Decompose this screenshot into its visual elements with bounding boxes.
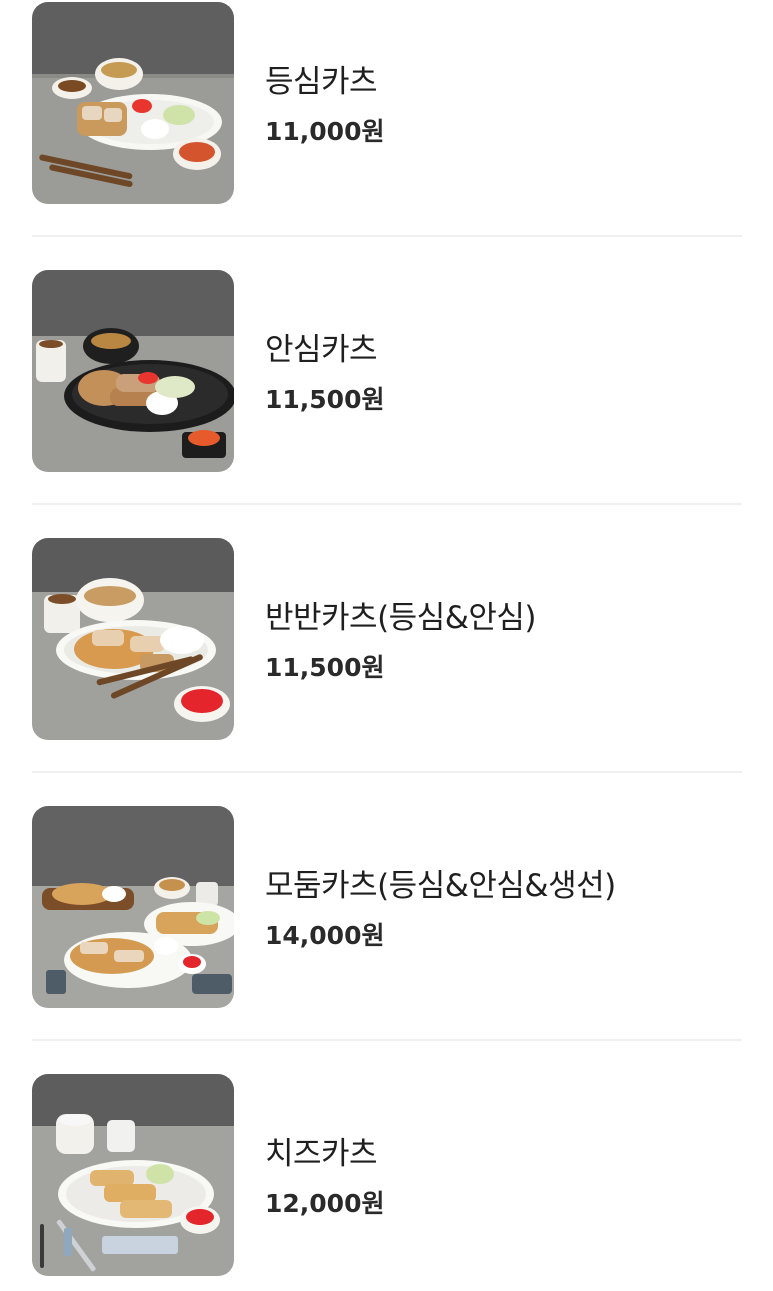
menu-item-price: 12,000원 — [265, 1189, 385, 1218]
menu-item-tenderloin-cutlet[interactable]: 안심카츠 11,500원 — [0, 268, 773, 536]
menu-item-name: 치즈카츠 — [265, 1136, 378, 1172]
menu-item-half-half-cutlet[interactable]: 반반카츠(등심&안심) 11,500원 — [0, 536, 773, 804]
menu-item-price: 11,500원 — [265, 385, 385, 414]
menu-list: 등심카츠 11,000원 안심카츠 11,500원 반반카츠(등심&안심) 11… — [0, 0, 773, 1291]
menu-item-loin-cutlet[interactable]: 등심카츠 11,000원 — [0, 0, 773, 268]
divider — [32, 771, 742, 773]
menu-item-price: 11,000원 — [265, 117, 385, 146]
menu-item-price: 14,000원 — [265, 921, 385, 950]
menu-item-cheese-cutlet[interactable]: 치즈카츠 12,000원 — [0, 1072, 773, 1291]
menu-item-assorted-cutlet[interactable]: 모둠카츠(등심&안심&생선) 14,000원 — [0, 804, 773, 1072]
menu-item-name: 모둠카츠(등심&안심&생선) — [265, 868, 616, 904]
menu-item-name: 등심카츠 — [265, 64, 378, 100]
divider — [32, 503, 742, 505]
assorted-cutlet-photo — [32, 806, 234, 1008]
menu-item-price: 11,500원 — [265, 653, 385, 682]
divider — [32, 235, 742, 237]
pork-tenderloin-cutlet-photo — [32, 270, 234, 472]
menu-item-name: 안심카츠 — [265, 332, 378, 368]
divider — [32, 1039, 742, 1041]
cheese-cutlet-photo — [32, 1074, 234, 1276]
menu-item-name: 반반카츠(등심&안심) — [265, 600, 537, 636]
pork-loin-cutlet-photo — [32, 2, 234, 204]
half-half-cutlet-photo — [32, 538, 234, 740]
